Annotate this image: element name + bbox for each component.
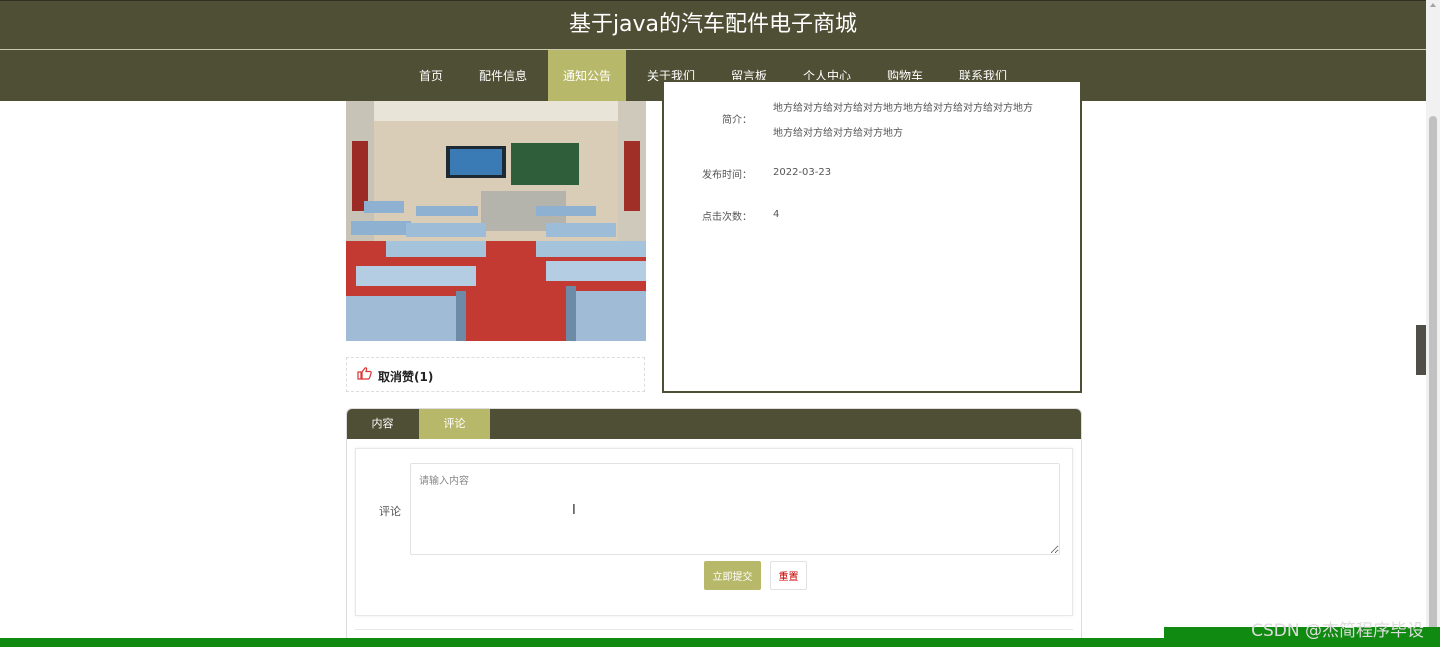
page-scrollbar[interactable] (1426, 0, 1440, 647)
scroll-thumb[interactable] (1429, 116, 1437, 636)
notice-info-panel: 简介： 地方给对方给对方给对方地方地方给对方给对方给对方地方 地方给对方给对方给… (662, 80, 1082, 393)
detail-tabs: 内容 评论 评论 立即提交 重置 (346, 408, 1082, 647)
intro-line-2: 地方给对方给对方给对方地方 (773, 128, 903, 139)
clicks-value: 4 (773, 209, 780, 220)
scroll-up-arrow-icon[interactable] (1430, 3, 1436, 7)
tab-content[interactable]: 内容 (347, 409, 418, 439)
comment-form: 评论 立即提交 重置 (355, 448, 1073, 616)
like-label: 取消赞(1) (378, 370, 434, 384)
tab-comment[interactable]: 评论 (419, 409, 490, 439)
classroom-photo (346, 101, 646, 341)
submit-button[interactable]: 立即提交 (704, 561, 761, 590)
nav-item-home[interactable]: 首页 (404, 50, 458, 102)
publish-label: 发布时间： (702, 170, 752, 181)
intro-row: 简介： 地方给对方给对方给对方地方地方给对方给对方给对方地方 地方给对方给对方给… (664, 96, 1080, 146)
comment-field-label: 评论 (379, 505, 401, 518)
comment-input[interactable] (410, 463, 1060, 555)
like-toggle[interactable]: 取消赞(1) (346, 357, 645, 392)
watermark: CSDN @杰简程序毕设 (1251, 621, 1424, 641)
clicks-label: 点击次数： (702, 212, 752, 223)
intro-line-1: 地方给对方给对方给对方地方地方给对方给对方给对方地方 (773, 103, 1033, 114)
thumbs-up-icon (357, 367, 372, 384)
reset-button[interactable]: 重置 (770, 561, 807, 590)
tab-bar: 内容 评论 (347, 409, 1081, 439)
intro-value: 地方给对方给对方给对方地方地方给对方给对方给对方地方 地方给对方给对方给对方地方 (773, 96, 1053, 146)
nav-item-parts[interactable]: 配件信息 (464, 50, 542, 102)
text-cursor-icon: I (572, 503, 576, 518)
publish-value: 2022-03-23 (773, 167, 832, 178)
publish-row: 发布时间： 2022-03-23 (664, 166, 1080, 186)
nav-item-notices[interactable]: 通知公告 (547, 50, 626, 102)
site-title: 基于java的汽车配件电子商城 (568, 12, 858, 37)
intro-label: 简介： (722, 115, 752, 126)
notice-cover-image (346, 101, 646, 341)
clicks-row: 点击次数： 4 (664, 208, 1080, 228)
